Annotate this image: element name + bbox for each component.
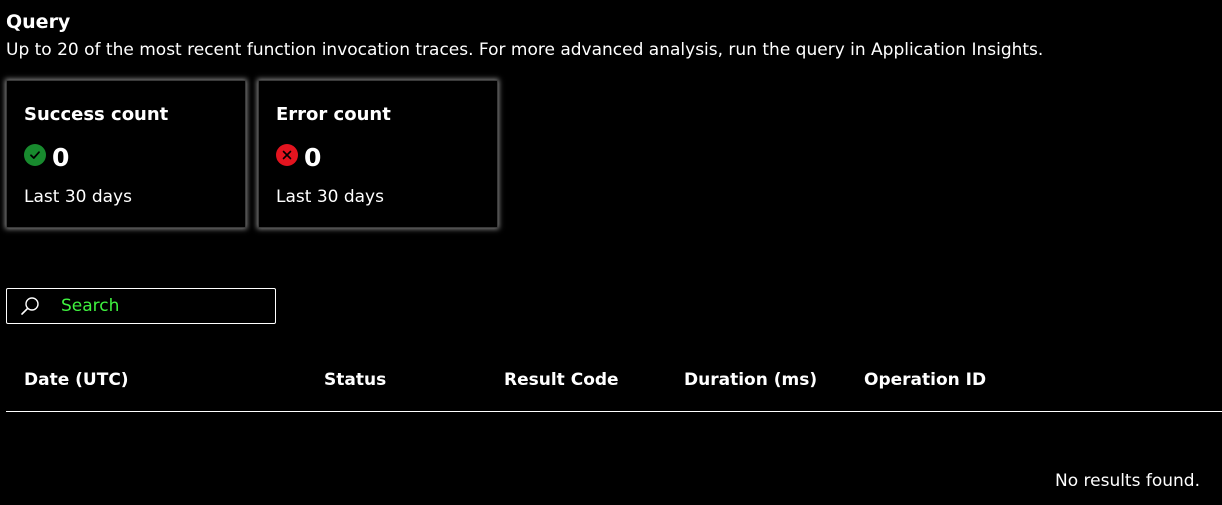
search-icon <box>19 295 41 317</box>
success-count-value: 0 <box>52 143 70 172</box>
section-description: Up to 20 of the most recent function inv… <box>6 40 1044 60</box>
column-header-duration[interactable]: Duration (ms) <box>684 368 817 392</box>
error-count-value: 0 <box>304 143 322 172</box>
error-count-value-row: 0 <box>276 142 321 174</box>
column-header-operation-id[interactable]: Operation ID <box>864 368 986 392</box>
section-title: Query <box>6 11 71 33</box>
invocation-traces-page: Query Up to 20 of the most recent functi… <box>0 0 1222 505</box>
success-count-card: Success count 0 Last 30 days <box>6 80 246 228</box>
table-header: Date (UTC) Status Result Code Duration (… <box>6 368 1222 412</box>
error-count-title: Error count <box>276 104 391 125</box>
success-count-value-row: 0 <box>24 142 69 174</box>
success-count-period: Last 30 days <box>24 187 132 207</box>
check-circle-icon <box>24 144 46 166</box>
column-header-result-code[interactable]: Result Code <box>504 368 619 392</box>
search-input[interactable] <box>61 296 251 316</box>
success-count-title: Success count <box>24 104 169 125</box>
error-count-period: Last 30 days <box>276 187 384 207</box>
column-header-date[interactable]: Date (UTC) <box>24 368 129 392</box>
column-header-status[interactable]: Status <box>324 368 386 392</box>
error-circle-icon <box>276 144 298 166</box>
error-count-card: Error count 0 Last 30 days <box>258 80 498 228</box>
no-results-message: No results found. <box>1054 471 1200 491</box>
search-box[interactable] <box>6 288 276 324</box>
